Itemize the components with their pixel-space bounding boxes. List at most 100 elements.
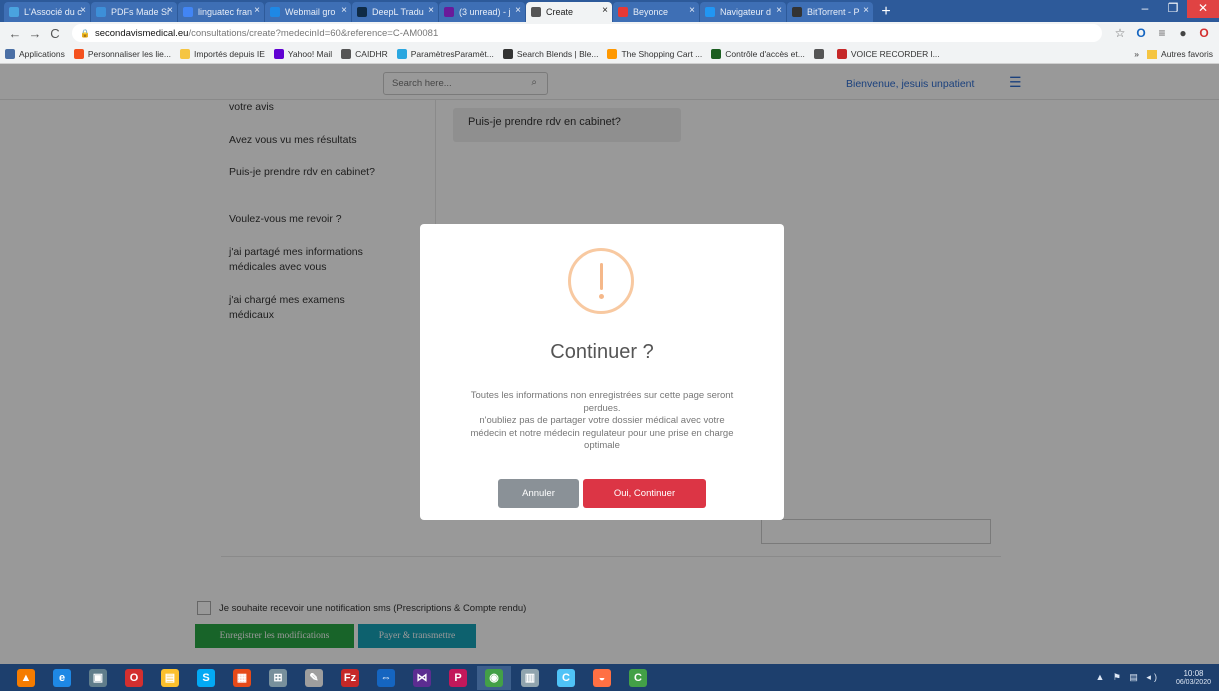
- taskbar-app[interactable]: ▥: [513, 666, 547, 690]
- taskbar-app[interactable]: ▤: [153, 666, 187, 690]
- browser-tab[interactable]: BitTorrent - P ×: [787, 2, 873, 22]
- tab-close-icon[interactable]: ×: [515, 5, 521, 16]
- browser-tab-strip: L'Associé du c × PDFs Made Si × linguatec fr…: [0, 0, 1219, 22]
- browser-tab[interactable]: PDFs Made Si ×: [91, 2, 177, 22]
- maximize-button[interactable]: ❐: [1159, 0, 1187, 18]
- browser-tab[interactable]: Webmail gro ×: [265, 2, 351, 22]
- tab-favicon-icon: [531, 7, 541, 17]
- browser-tab[interactable]: linguatec fran ×: [178, 2, 264, 22]
- address-bar[interactable]: 🔒 secondavismedical.eu/consultations/cre…: [72, 24, 1102, 42]
- bookmark-item[interactable]: [813, 48, 828, 59]
- chrome-icon: ◉: [485, 668, 503, 687]
- browser-tab[interactable]: L'Associé du c ×: [4, 2, 90, 22]
- bookmark-favicon-icon: [341, 48, 352, 59]
- taskbar-app[interactable]: ⇔: [369, 666, 403, 690]
- bookmark-item[interactable]: Contrôle d'accès et...: [711, 48, 805, 59]
- tab-close-icon[interactable]: ×: [863, 5, 869, 16]
- browser-tab[interactable]: Beyonce ×: [613, 2, 699, 22]
- tab-close-icon[interactable]: ×: [80, 5, 86, 16]
- taskbar-app[interactable]: ▣: [81, 666, 115, 690]
- bookmark-item[interactable]: The Shopping Cart ...: [607, 48, 702, 59]
- app-icon: ▣: [89, 668, 107, 687]
- cancel-button[interactable]: Annuler: [498, 479, 579, 508]
- taskbar-app[interactable]: Fz: [333, 666, 367, 690]
- bookmark-item[interactable]: ParamètresParamèt...: [396, 48, 494, 59]
- browser-tab[interactable]: (3 unread) - j ×: [439, 2, 525, 22]
- bookmarks-bar: Applications Personnaliser les lie... Impo…: [0, 44, 1219, 64]
- confirm-button[interactable]: Oui, Continuer: [583, 479, 706, 508]
- profile-icon[interactable]: ●: [1174, 26, 1192, 40]
- tab-close-icon[interactable]: ×: [428, 5, 434, 16]
- skype-icon: S: [197, 668, 215, 687]
- browser-tab[interactable]: Create ×: [526, 2, 612, 22]
- tab-close-icon[interactable]: ×: [689, 5, 695, 16]
- taskbar-app[interactable]: C: [549, 666, 583, 690]
- filezilla-icon: Fz: [341, 668, 359, 687]
- remote-icon: ◒: [593, 668, 611, 687]
- dialog-message: Toutes les informations non enregistrées…: [420, 390, 784, 453]
- browser-tab[interactable]: Navigateur d ×: [700, 2, 786, 22]
- reload-button[interactable]: C: [46, 26, 64, 41]
- bookmark-item[interactable]: Yahoo! Mail: [273, 48, 332, 59]
- new-tab-button[interactable]: +: [876, 2, 896, 22]
- other-bookmarks[interactable]: Autres favoris: [1161, 49, 1213, 59]
- taskbar-app[interactable]: S: [189, 666, 223, 690]
- tab-close-icon[interactable]: ×: [341, 5, 347, 16]
- tab-label: DeepL Tradu: [372, 7, 424, 17]
- windows-taskbar: ▲ e ▣ O ▤ S ▦ ⊞ ✎ Fz ⇔ ⋈ P ◉ ▥ C ◒ C ▲ ⚑ ▤ ◂) 10:08 06/03…: [0, 664, 1219, 691]
- window-close-button[interactable]: ✕: [1187, 0, 1219, 18]
- dialog-message-line: n'oubliez pas de partager votre dossier …: [479, 415, 725, 426]
- taskbar-app[interactable]: P: [441, 666, 475, 690]
- extension-list-icon[interactable]: ≡: [1153, 26, 1171, 40]
- taskbar-app[interactable]: ▦: [225, 666, 259, 690]
- taskbar-app[interactable]: ⋈: [405, 666, 439, 690]
- dialog-message-line: médecin et notre médecin regulateur pour…: [470, 427, 734, 439]
- tab-close-icon[interactable]: ×: [776, 5, 782, 16]
- taskbar-app[interactable]: e: [45, 666, 79, 690]
- bookmark-label: Search Blends | Ble...: [516, 48, 599, 59]
- tab-favicon-icon: [792, 7, 802, 17]
- opera-extension-icon[interactable]: O: [1195, 26, 1213, 40]
- taskbar-app[interactable]: ◉: [477, 665, 511, 690]
- word-icon: ▥: [521, 668, 539, 687]
- bookmark-star-icon[interactable]: ☆: [1111, 26, 1129, 40]
- taskbar-app[interactable]: ◒: [585, 666, 619, 690]
- bookmark-item[interactable]: Personnaliser les lie...: [73, 48, 171, 59]
- taskbar-app[interactable]: O: [117, 666, 151, 690]
- tab-favicon-icon: [357, 7, 367, 17]
- taskbar-app[interactable]: C: [621, 666, 655, 690]
- warning-icon: [568, 248, 634, 314]
- clock-date: 06/03/2020: [1175, 678, 1211, 686]
- tab-close-icon[interactable]: ×: [254, 5, 260, 16]
- extension-o-icon[interactable]: O: [1132, 26, 1150, 40]
- clock[interactable]: 10:08 06/03/2020: [1176, 669, 1211, 687]
- forward-button[interactable]: →: [26, 26, 44, 41]
- tab-label: PDFs Made Si: [111, 7, 170, 17]
- minimize-button[interactable]: –: [1131, 0, 1159, 18]
- back-button[interactable]: ←: [6, 26, 24, 41]
- taskbar-app[interactable]: ▲: [9, 666, 43, 690]
- bookmark-item[interactable]: CAIDHR: [341, 48, 388, 59]
- bookmark-label: Contrôle d'accès et...: [725, 48, 805, 59]
- clock-time: 10:08: [1183, 668, 1204, 678]
- tab-label: (3 unread) - j: [459, 7, 511, 17]
- bookmark-item[interactable]: Applications: [5, 48, 65, 59]
- tab-favicon-icon: [96, 7, 106, 17]
- window-controls: – ❐ ✕: [1131, 0, 1219, 18]
- bookmark-item[interactable]: Importés depuis IE: [180, 48, 265, 59]
- taskbar-app[interactable]: ✎: [297, 666, 331, 690]
- network-icon: ⊞: [269, 668, 287, 687]
- tab-close-icon[interactable]: ×: [602, 5, 608, 16]
- tab-label: BitTorrent - P: [807, 7, 860, 17]
- taskbar-app[interactable]: ⊞: [261, 666, 295, 690]
- tab-favicon-icon: [705, 7, 715, 17]
- bookmark-favicon-icon: [711, 48, 722, 59]
- bookmark-item[interactable]: Search Blends | Ble...: [502, 48, 599, 59]
- bookmark-item[interactable]: VOICE RECORDER l...: [836, 48, 940, 59]
- tray-icons[interactable]: ▲ ⚑ ▤ ◂): [1095, 672, 1160, 683]
- bookmark-favicon-icon: [273, 48, 284, 59]
- bookmarks-more-button[interactable]: »: [1134, 49, 1139, 59]
- tab-close-icon[interactable]: ×: [167, 5, 173, 16]
- browser-tab[interactable]: DeepL Tradu ×: [352, 2, 438, 22]
- bookmark-favicon-icon: [813, 48, 824, 59]
